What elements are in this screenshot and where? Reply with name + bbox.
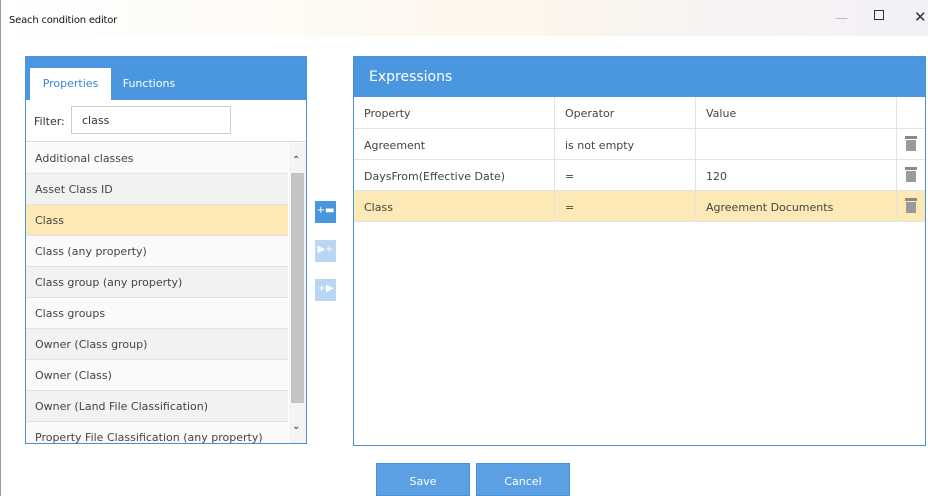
column-header-property: Property <box>354 97 555 128</box>
list-item[interactable]: Additional classes <box>26 143 288 174</box>
delete-row-button[interactable] <box>897 191 925 221</box>
column-header-operator: Operator <box>555 97 696 128</box>
table-header: Property Operator Value <box>354 97 925 129</box>
delete-row-button[interactable] <box>897 129 925 159</box>
filter-row: Filter: <box>26 100 306 142</box>
cell-value: 120 <box>696 160 897 190</box>
list-item[interactable]: Property File Classification (any proper… <box>26 422 288 443</box>
panel-tabs: Properties Functions <box>26 57 306 100</box>
tab-functions[interactable]: Functions <box>114 68 184 100</box>
insert-icon: +▶ <box>317 283 334 294</box>
list-item-selected[interactable]: Class <box>26 205 288 236</box>
minimize-button[interactable]: — <box>835 11 848 26</box>
trash-icon <box>905 167 917 182</box>
title-bar: Seach condition editor — ✕ <box>1 0 928 36</box>
table-row[interactable]: Agreement is not empty <box>354 129 925 160</box>
scroll-up-icon[interactable]: ⌃ <box>292 155 300 166</box>
scroll-down-icon[interactable]: ⌄ <box>292 421 300 432</box>
move-right-icon: ▶+ <box>317 244 334 255</box>
cell-property: Class <box>354 191 555 221</box>
list-item[interactable]: Class (any property) <box>26 236 288 267</box>
cell-operator: is not empty <box>555 129 696 159</box>
list-item[interactable]: Asset Class ID <box>26 174 288 205</box>
cell-property: Agreement <box>354 129 555 159</box>
move-right-button[interactable]: ▶+ <box>315 240 336 262</box>
trash-icon <box>905 198 917 213</box>
add-expression-icon: +▬ <box>316 205 335 216</box>
property-list: Additional classes Asset Class ID Class … <box>26 143 288 443</box>
column-header-actions <box>897 97 925 128</box>
list-item[interactable]: Class group (any property) <box>26 267 288 298</box>
dialog-window: Seach condition editor — ✕ Properties Fu… <box>0 0 928 496</box>
add-expression-button[interactable]: +▬ <box>315 201 336 223</box>
cell-value <box>696 129 897 159</box>
delete-row-button[interactable] <box>897 160 925 190</box>
cancel-button[interactable]: Cancel <box>476 463 570 496</box>
tab-properties[interactable]: Properties <box>30 68 111 100</box>
close-button[interactable]: ✕ <box>914 8 927 26</box>
window-title: Seach condition editor <box>9 15 118 26</box>
scroll-thumb[interactable] <box>291 173 304 403</box>
filter-label: Filter: <box>34 115 65 128</box>
table-row-selected[interactable]: Class = Agreement Documents <box>354 191 925 222</box>
expressions-table: Property Operator Value Agreement is not… <box>354 97 925 222</box>
properties-panel: Properties Functions Filter: Additional … <box>25 56 307 444</box>
list-item[interactable]: Owner (Class group) <box>26 329 288 360</box>
filter-input[interactable] <box>71 106 231 134</box>
column-header-value: Value <box>696 97 897 128</box>
maximize-button[interactable] <box>874 10 884 20</box>
table-row[interactable]: DaysFrom(Effective Date) = 120 <box>354 160 925 191</box>
expressions-title: Expressions <box>354 57 925 97</box>
save-button[interactable]: Save <box>376 463 470 496</box>
cell-value: Agreement Documents <box>696 191 897 221</box>
list-item[interactable]: Owner (Class) <box>26 360 288 391</box>
cell-operator: = <box>555 160 696 190</box>
list-scrollbar[interactable]: ⌃ ⌄ <box>289 143 306 443</box>
list-item[interactable]: Class groups <box>26 298 288 329</box>
cell-operator: = <box>555 191 696 221</box>
list-item[interactable]: Owner (Land File Classification) <box>26 391 288 422</box>
insert-button[interactable]: +▶ <box>315 279 336 301</box>
expressions-panel: Expressions Property Operator Value Agre… <box>353 56 926 446</box>
trash-icon <box>905 136 917 151</box>
cell-property: DaysFrom(Effective Date) <box>354 160 555 190</box>
